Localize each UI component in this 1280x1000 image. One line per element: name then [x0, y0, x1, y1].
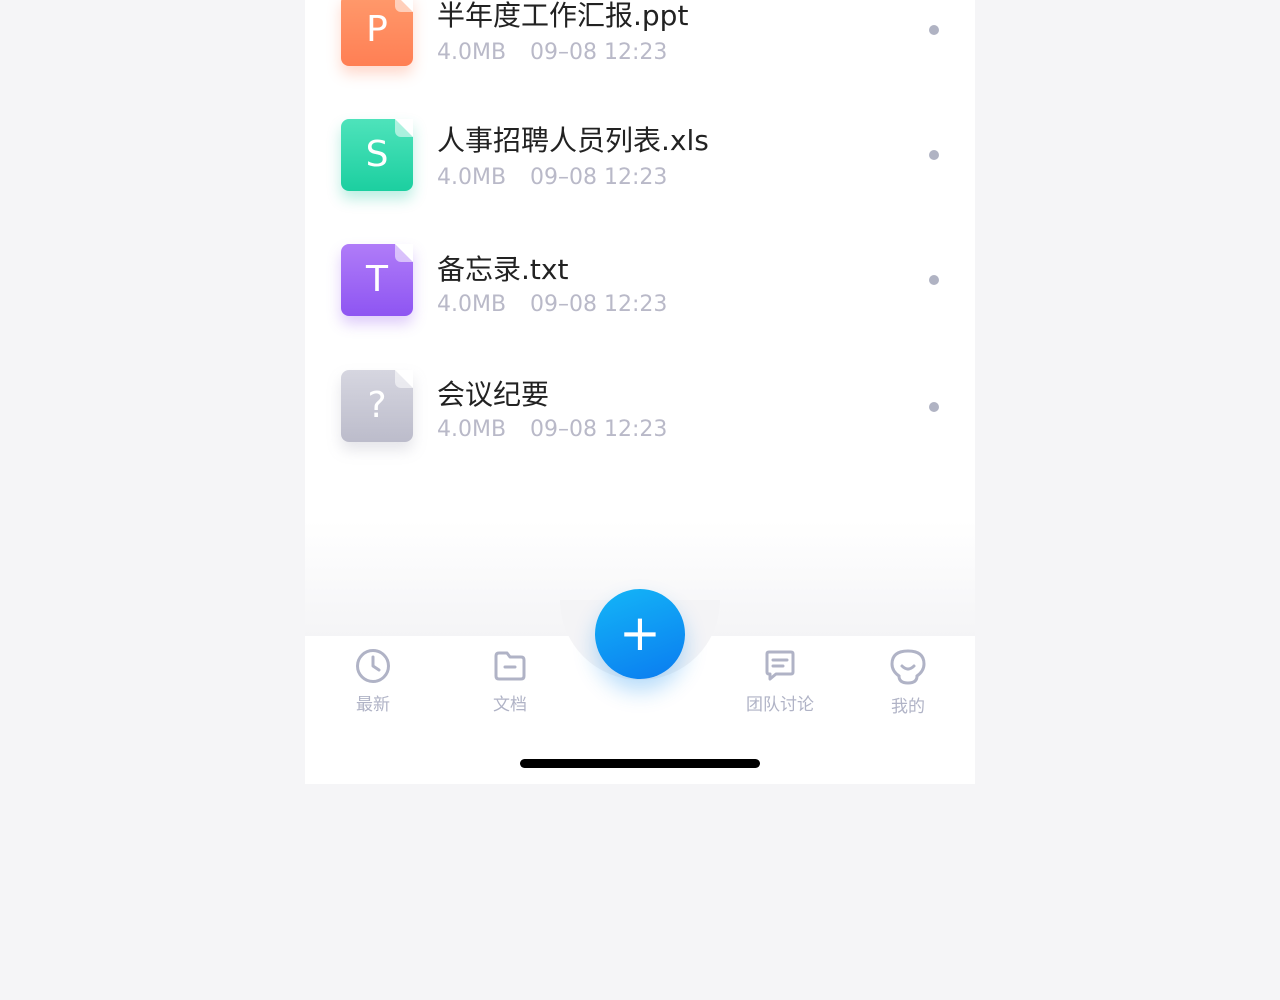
- tab-docs[interactable]: 文档: [488, 648, 532, 715]
- tab-team-discussion[interactable]: 团队讨论: [741, 648, 819, 715]
- file-date: 09–08 12:23: [530, 292, 668, 317]
- tab-mine[interactable]: 我的: [886, 648, 930, 717]
- tab-mine-label: 我的: [891, 697, 925, 717]
- file-name: 会议纪要: [437, 378, 550, 411]
- more-options-icon[interactable]: [929, 402, 939, 412]
- tab-team-discussion-label: 团队讨论: [746, 695, 814, 715]
- file-row[interactable]: T 备忘录.txt 4.0MB 09–08 12:23: [305, 230, 975, 340]
- more-options-icon[interactable]: [929, 25, 939, 35]
- home-indicator[interactable]: [520, 759, 760, 768]
- file-meta: 4.0MB 09–08 12:23: [437, 292, 667, 317]
- unknown-file-icon: ?: [341, 370, 413, 442]
- file-date: 09–08 12:23: [530, 417, 668, 442]
- chat-icon: [765, 650, 795, 681]
- folder-icon: [494, 651, 526, 681]
- file-meta: 4.0MB 09–08 12:23: [437, 417, 667, 442]
- file-row[interactable]: ? 会议纪要 4.0MB 09–08 12:23: [305, 355, 975, 465]
- file-name: 备忘录.txt: [437, 253, 569, 286]
- file-size: 4.0MB: [437, 40, 507, 65]
- ppt-file-icon: P: [341, 0, 413, 66]
- file-date: 09–08 12:23: [530, 165, 668, 190]
- more-options-icon[interactable]: [929, 150, 939, 160]
- tab-docs-label: 文档: [493, 695, 527, 715]
- tab-recent[interactable]: 最新: [351, 648, 395, 715]
- file-size: 4.0MB: [437, 417, 507, 442]
- xls-file-icon: S: [341, 119, 413, 191]
- file-row[interactable]: P 半年度工作汇报.ppt 4.0MB 09–08 12:23: [305, 0, 975, 90]
- tab-recent-label: 最新: [356, 695, 390, 715]
- file-meta: 4.0MB 09–08 12:23: [437, 40, 667, 65]
- file-size: 4.0MB: [437, 165, 507, 190]
- file-name: 人事招聘人员列表.xls: [437, 124, 709, 157]
- file-date: 09–08 12:23: [530, 40, 668, 65]
- file-row[interactable]: S 人事招聘人员列表.xls 4.0MB 09–08 12:23: [305, 105, 975, 215]
- file-name: 半年度工作汇报.ppt: [437, 0, 689, 32]
- phone-screen: P 半年度工作汇报.ppt 4.0MB 09–08 12:23 S 人事招聘人员列…: [305, 0, 975, 784]
- plus-icon: +: [619, 604, 661, 662]
- clock-icon: [356, 649, 390, 683]
- add-button[interactable]: +: [595, 589, 685, 679]
- user-icon: [890, 649, 926, 685]
- txt-file-icon: T: [341, 244, 413, 316]
- file-size: 4.0MB: [437, 292, 507, 317]
- file-meta: 4.0MB 09–08 12:23: [437, 165, 667, 190]
- more-options-icon[interactable]: [929, 275, 939, 285]
